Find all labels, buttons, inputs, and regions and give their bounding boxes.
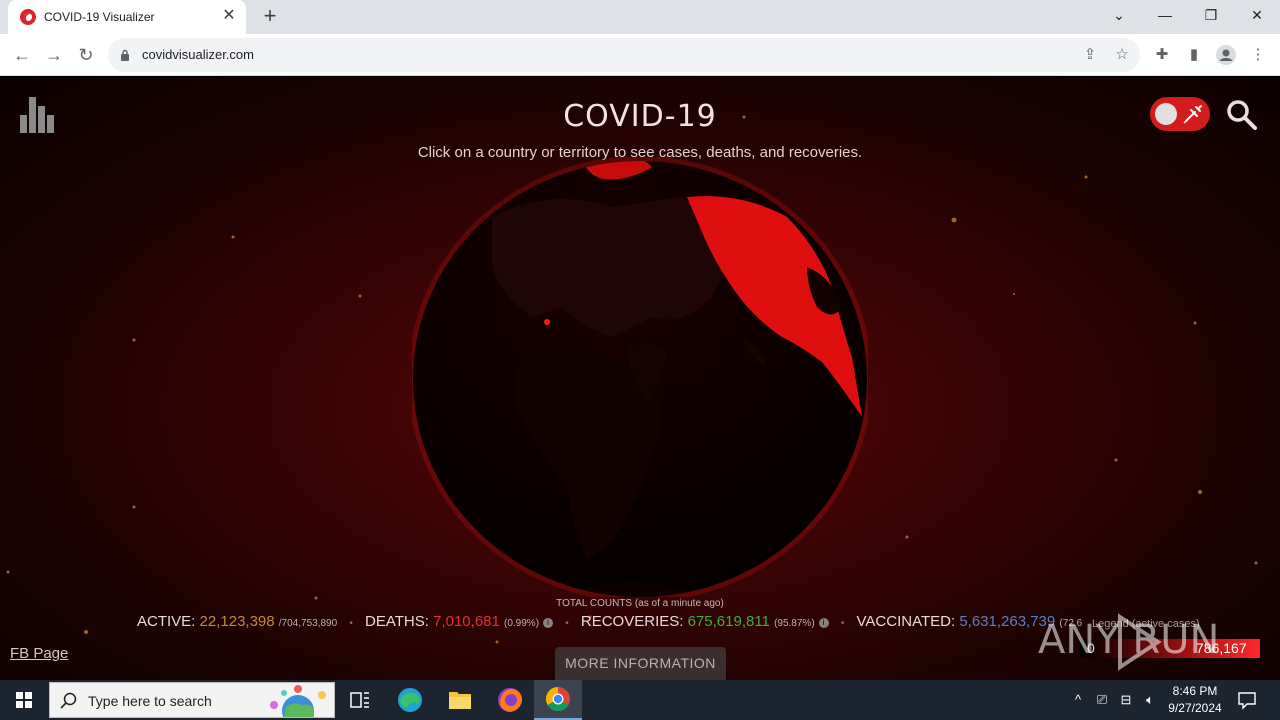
show-hidden-icons-chevron-icon[interactable]: ^ <box>1068 690 1088 710</box>
search-icon[interactable] <box>1226 99 1258 131</box>
taskbar-search-placeholder: Type here to search <box>88 693 212 709</box>
address-bar[interactable]: covidvisualizer.com ⇪ ☆ <box>108 38 1140 72</box>
deaths-label: DEATHS: <box>365 613 429 630</box>
active-label: ACTIVE: <box>137 613 196 630</box>
search-icon <box>60 692 77 709</box>
active-total: /704,753,890 <box>278 618 338 629</box>
browser-tab[interactable]: COVID-19 Visualizer ✕ <box>8 0 246 34</box>
toggle-knob <box>1155 103 1177 125</box>
file-explorer-icon[interactable] <box>436 680 484 720</box>
taskbar-clock[interactable]: 8:46 PM 9/27/2024 <box>1162 683 1228 717</box>
reload-button[interactable]: ↻ <box>72 41 100 69</box>
vaccination-toggle[interactable] <box>1150 97 1210 131</box>
separator-dot: • <box>565 618 569 629</box>
covid-globe-map[interactable] <box>412 157 868 597</box>
bookmark-star-icon[interactable]: ☆ <box>1111 44 1133 66</box>
profile-avatar-icon[interactable] <box>1215 44 1237 66</box>
recoveries-value: 675,619,811 <box>687 613 770 630</box>
firefox-icon[interactable] <box>486 680 534 720</box>
fb-page-link[interactable]: FB Page <box>10 645 68 662</box>
usb-device-icon[interactable]: ⎚ <box>1092 690 1112 710</box>
covid-visualizer-page: COVID-19 Click on a country or territory… <box>0 77 1280 680</box>
lock-icon <box>121 49 129 61</box>
browser-toolbar: ← → ↻ covidvisualizer.com ⇪ ☆ ✚ ▮ ⋮ <box>0 34 1280 76</box>
recoveries-pct: (95.87%) <box>774 618 815 629</box>
clock-date: 9/27/2024 <box>1168 701 1222 715</box>
page-title: COVID-19 <box>563 99 717 134</box>
syringe-icon <box>1183 105 1202 124</box>
deaths-pct: (0.99%) <box>504 618 540 629</box>
side-panel-icon[interactable]: ▮ <box>1183 44 1205 66</box>
extensions-puzzle-icon[interactable]: ✚ <box>1151 44 1173 66</box>
close-tab-icon[interactable]: ✕ <box>220 7 238 25</box>
taskbar-search-box[interactable]: Type here to search <box>49 682 335 718</box>
new-tab-button[interactable]: + <box>258 5 282 29</box>
vaccinated-label: VACCINATED: <box>856 613 956 630</box>
recoveries-label: RECOVERIES: <box>580 613 684 630</box>
back-button[interactable]: ← <box>8 41 36 69</box>
chrome-icon[interactable] <box>534 680 582 720</box>
minimize-button[interactable]: — <box>1142 0 1188 30</box>
windows-taskbar: Type here to search ^ ⎚ ⊟ 🔈︎ 8:46 PM 9/2… <box>0 680 1280 720</box>
deaths-value: 7,010,681 <box>433 613 500 630</box>
more-information-button[interactable]: MORE INFORMATION <box>555 647 726 680</box>
clock-time: 8:46 PM <box>1172 684 1218 698</box>
global-stats-row: ACTIVE: 22,123,398 /704,753,890 • DEATHS… <box>137 613 1082 630</box>
separator-dot: • <box>349 618 353 629</box>
restore-button[interactable]: ❐ <box>1188 0 1234 30</box>
notification-center-icon[interactable] <box>1236 689 1258 711</box>
search-highlight-globe-icon <box>270 685 326 717</box>
volume-icon[interactable]: 🔈︎ <box>1140 690 1160 710</box>
browser-tabstrip: COVID-19 Visualizer ✕ + ⌄ — ❐ ✕ <box>0 0 1280 34</box>
share-icon[interactable]: ⇪ <box>1079 44 1101 66</box>
covid-favicon-icon <box>20 9 36 25</box>
play-triangle-icon <box>1118 613 1162 671</box>
edge-browser-icon[interactable] <box>386 680 434 720</box>
tab-search-chevron-icon[interactable]: ⌄ <box>1096 0 1142 30</box>
network-icon[interactable]: ⊟ <box>1116 690 1136 710</box>
active-value: 22,123,398 <box>199 613 275 630</box>
deaths-info-icon[interactable]: i <box>543 618 554 628</box>
tab-title: COVID-19 Visualizer <box>44 10 155 24</box>
anyrun-watermark-logo: ANY RUN <box>1038 607 1238 673</box>
chrome-menu-icon[interactable]: ⋮ <box>1247 44 1269 66</box>
separator-dot: • <box>840 618 845 629</box>
windows-start-icon[interactable] <box>0 680 48 720</box>
task-view-icon[interactable] <box>336 680 384 720</box>
forward-button[interactable]: → <box>40 41 68 69</box>
url-text: covidvisualizer.com <box>142 47 254 62</box>
close-window-button[interactable]: ✕ <box>1234 0 1280 30</box>
recoveries-info-icon[interactable]: i <box>818 618 829 628</box>
